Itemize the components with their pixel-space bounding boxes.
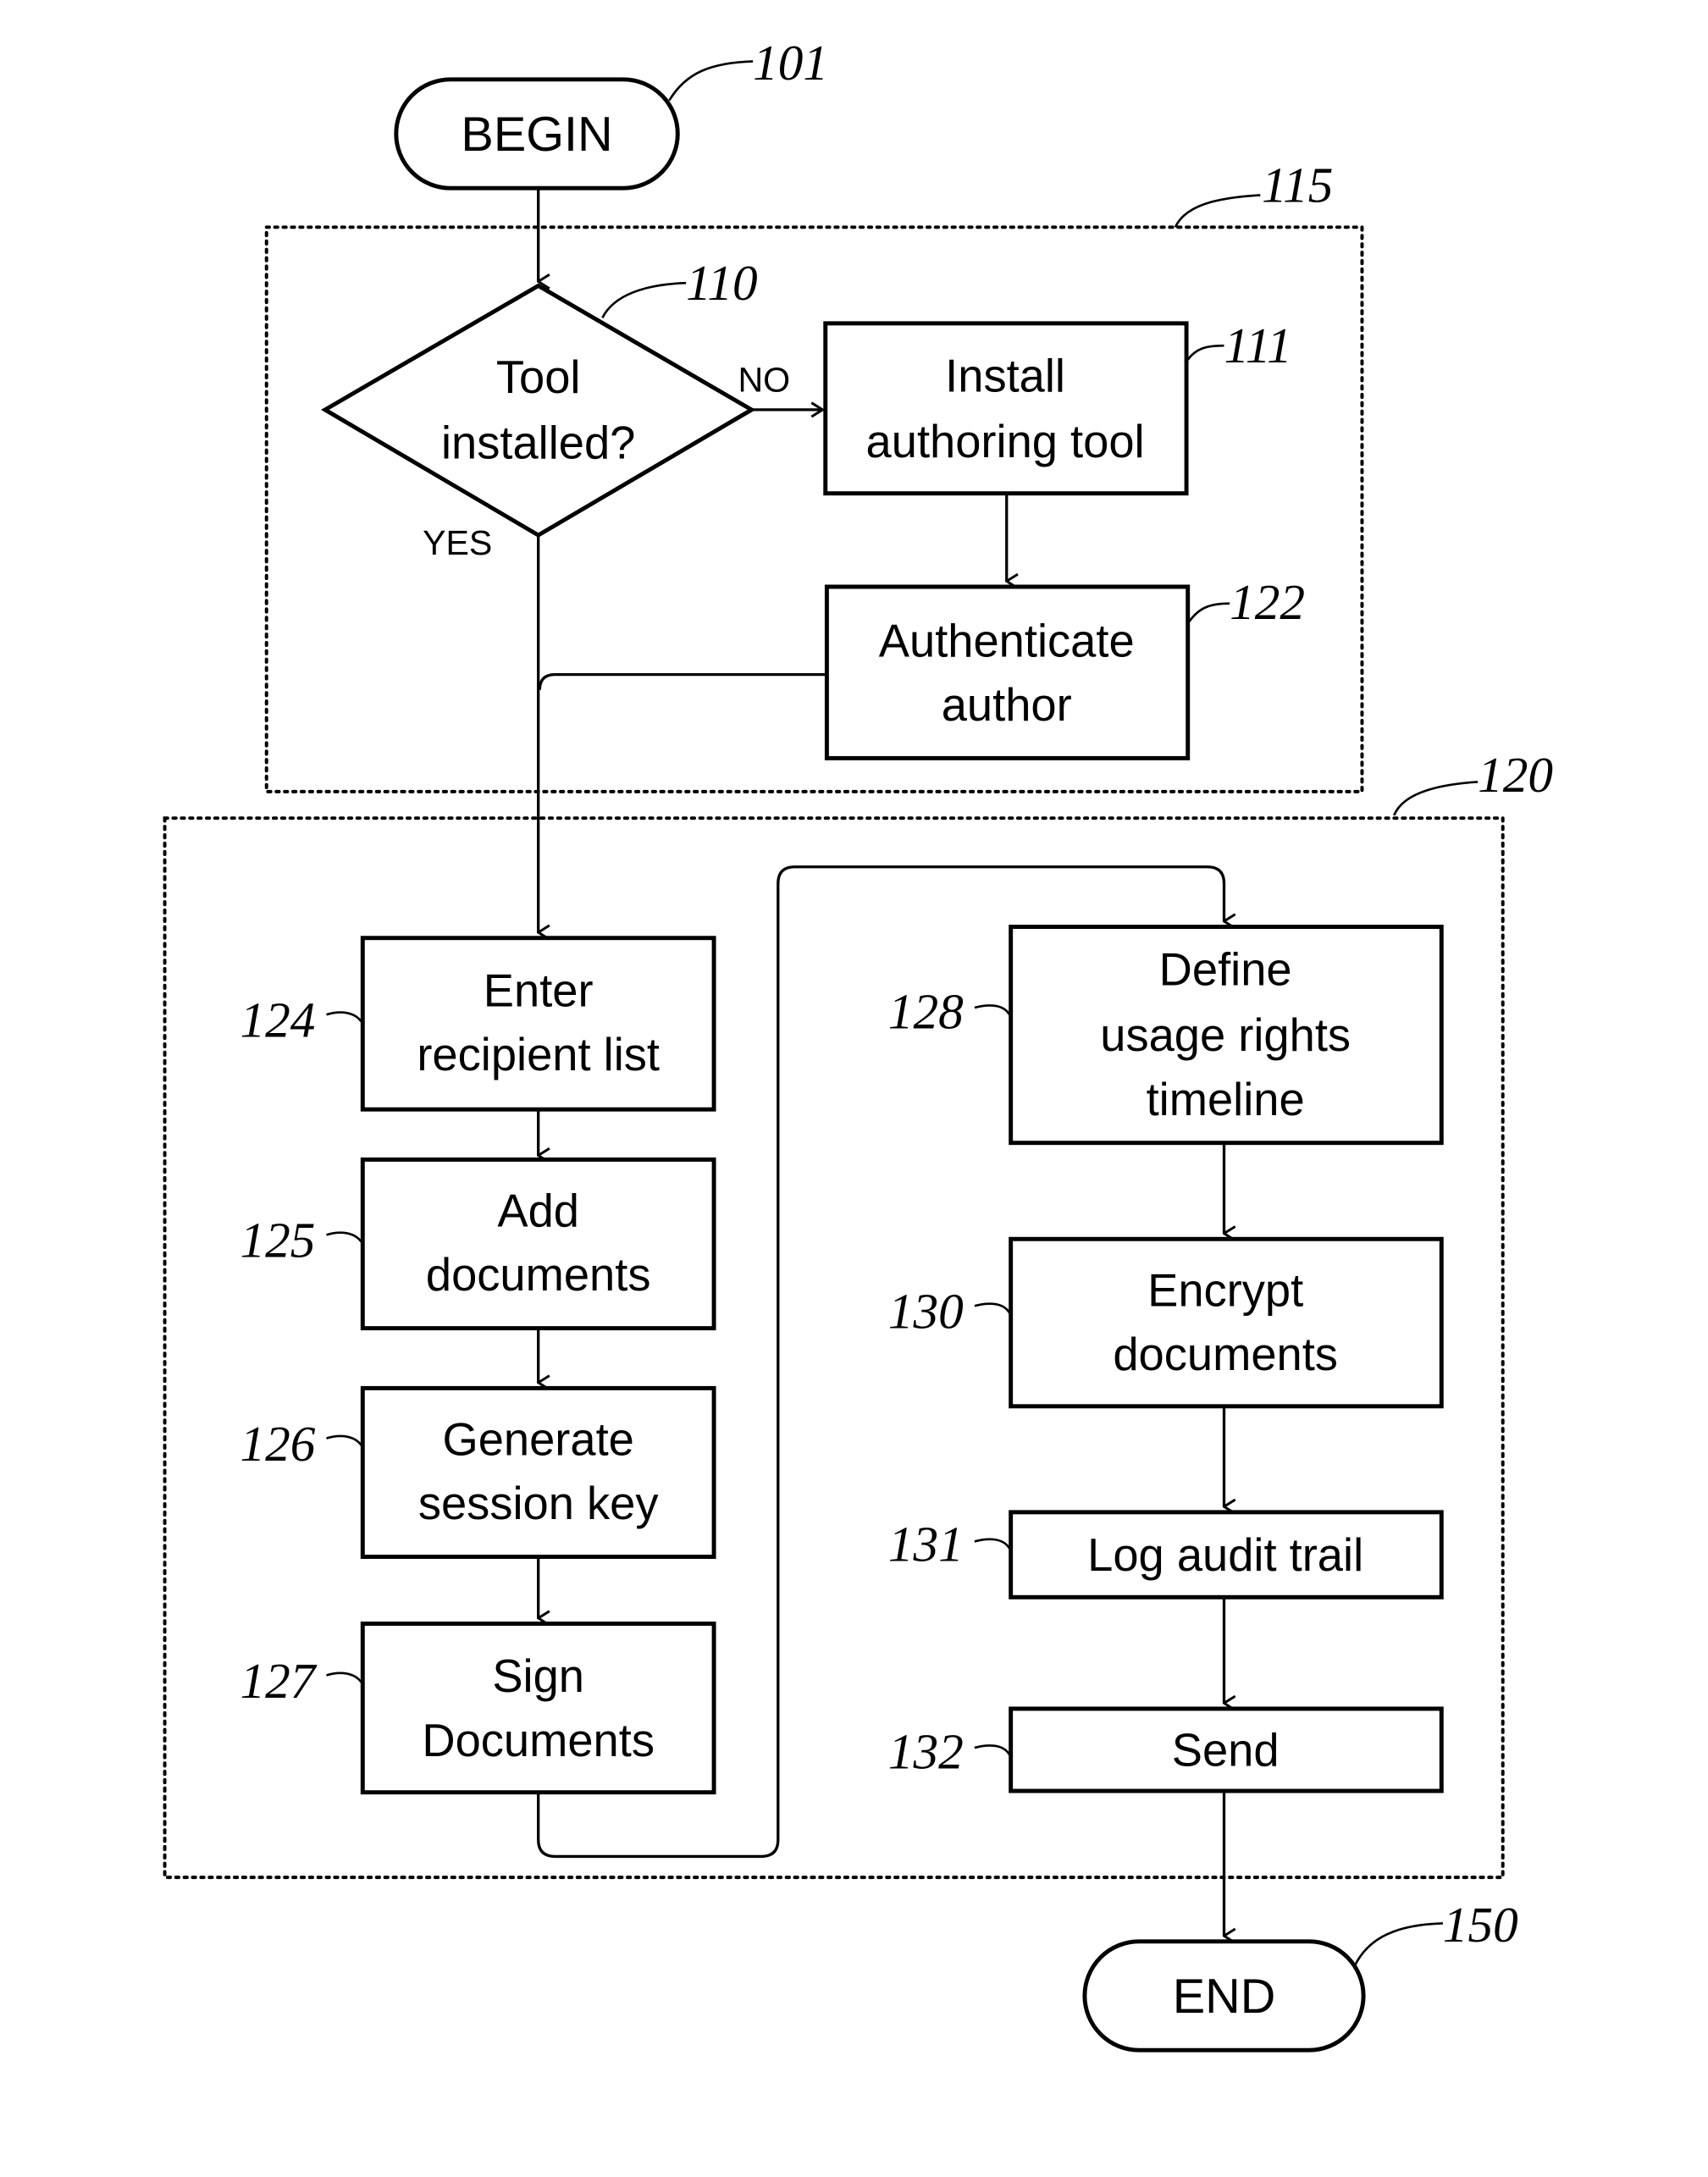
decision-ref: 110 — [686, 255, 757, 311]
step-encrypt-line-1: Encrypt — [1147, 1264, 1303, 1316]
step-send-leader — [974, 1744, 1011, 1756]
step-sign-line-1: Sign — [492, 1650, 584, 1702]
connector-authenticate-merge — [538, 673, 827, 690]
step-add-docs-ref: 125 — [240, 1213, 315, 1268]
step-rights-line-1: Define — [1159, 944, 1292, 996]
step-session-key-line-1: Generate — [442, 1413, 633, 1465]
begin-label: BEGIN — [461, 108, 612, 162]
end-leader — [1354, 1922, 1443, 1966]
step-authenticate-line-2: author — [942, 679, 1072, 731]
step-rights-leader — [974, 1004, 1011, 1016]
begin-leader — [668, 60, 754, 102]
step-recipients-ref: 124 — [240, 992, 315, 1048]
step-authenticate-leader — [1188, 602, 1230, 622]
step-install-ref: 111 — [1224, 318, 1292, 373]
step-recipients-leader — [326, 1011, 362, 1023]
step-add-docs-line-1: Add — [497, 1185, 579, 1236]
end-label: END — [1173, 1970, 1276, 2024]
step-session-key-ref: 126 — [240, 1416, 315, 1472]
end-ref: 150 — [1443, 1897, 1518, 1953]
decision-no-label: NO — [738, 361, 790, 400]
step-sign — [360, 1622, 716, 1795]
decision-leader — [601, 281, 687, 318]
step-recipients-line-2: recipient list — [417, 1029, 660, 1080]
decision-yes-label: YES — [423, 523, 492, 562]
group-authoring-ref: 120 — [1478, 747, 1553, 803]
step-audit-line-1: Log audit trail — [1087, 1529, 1363, 1581]
step-encrypt-line-2: documents — [1113, 1329, 1338, 1380]
step-recipients-line-1: Enter — [484, 964, 594, 1016]
step-sign-ref: 127 — [240, 1653, 317, 1709]
decision-line-1: Tool — [496, 351, 581, 403]
step-rights-line-3: timeline — [1147, 1074, 1305, 1125]
step-send-line-1: Send — [1172, 1724, 1280, 1776]
step-session-key-line-2: session key — [418, 1478, 660, 1529]
group-authoring-leader — [1393, 781, 1479, 816]
group-setup-leader — [1174, 194, 1261, 228]
step-authenticate-ref: 122 — [1230, 574, 1305, 630]
decision-diamond — [320, 283, 756, 538]
step-sign-line-2: Documents — [422, 1715, 655, 1766]
step-add-docs-line-2: documents — [426, 1249, 651, 1301]
step-install-line-2: authoring tool — [866, 416, 1145, 467]
begin-ref: 101 — [753, 35, 828, 91]
step-encrypt-ref: 130 — [888, 1284, 964, 1340]
flowchart: 115 120 BEGIN 101 Tool installed? 110 NO… — [163, 35, 1553, 2053]
step-add-docs-leader — [326, 1231, 362, 1243]
step-session-key-leader — [326, 1434, 362, 1446]
step-send-ref: 132 — [888, 1724, 964, 1780]
step-authenticate-line-1: Authenticate — [879, 615, 1135, 666]
step-authenticate — [824, 584, 1191, 760]
step-recipients — [360, 936, 716, 1112]
step-audit-ref: 131 — [888, 1516, 964, 1572]
step-audit-leader — [974, 1538, 1011, 1550]
step-rights-ref: 128 — [888, 984, 964, 1040]
step-rights-line-2: usage rights — [1100, 1009, 1351, 1061]
step-install-leader — [1186, 344, 1224, 361]
group-setup-ref: 115 — [1262, 157, 1333, 213]
step-sign-leader — [326, 1671, 362, 1683]
decision-line-2: installed? — [441, 417, 635, 469]
step-install-line-1: Install — [945, 351, 1065, 402]
step-install — [823, 321, 1189, 496]
step-encrypt-leader — [974, 1302, 1011, 1314]
group-setup-boundary — [264, 225, 1364, 793]
